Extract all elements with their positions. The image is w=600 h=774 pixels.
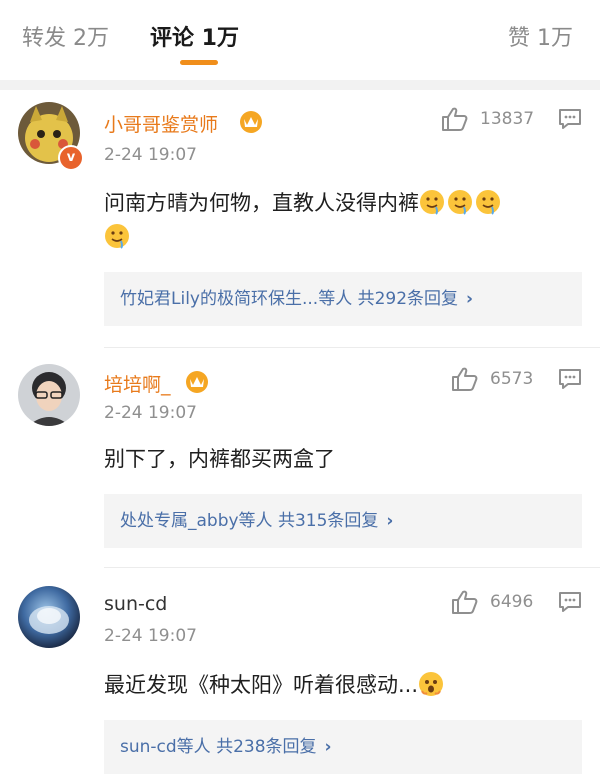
verified-badge-icon: v	[58, 145, 84, 171]
avatar[interactable]	[18, 586, 80, 648]
thumbs-up-icon[interactable]	[450, 589, 478, 615]
drooling-face-icon	[476, 190, 500, 215]
like-count: 6496	[490, 592, 534, 612]
drooling-face-icon	[420, 190, 444, 215]
fearful-face-icon	[419, 672, 444, 696]
comment-text-content: 别下了，内裤都买两盒了	[104, 447, 335, 471]
tab-comments[interactable]: 评论 1万	[150, 20, 239, 52]
comment-tabs: 转发 2万 评论 1万 赞 1万	[0, 0, 600, 78]
comment-text: 最近发现《种太阳》听着很感动...	[104, 668, 582, 702]
drooling-face-icon	[105, 224, 129, 249]
chevron-right-icon: ›	[466, 289, 474, 309]
chevron-right-icon: ›	[324, 737, 332, 757]
comment-text-content: 最近发现《种太阳》听着很感动...	[104, 673, 419, 697]
tab-reposts[interactable]: 转发 2万	[22, 20, 109, 52]
comment-text: 问南方晴为何物，直教人没得内裤	[104, 186, 582, 254]
reply-summary[interactable]: 处处专属_abby等人 共315条回复 ›	[104, 494, 582, 548]
comment-icon[interactable]	[558, 591, 582, 613]
crown-icon	[186, 371, 208, 393]
reply-summary-text: 处处专属_abby等人 共315条回复	[120, 511, 379, 531]
comment-username[interactable]: 培培啊_	[104, 370, 171, 397]
comment-time: 2-24 19:07	[104, 403, 197, 423]
avatar[interactable]	[18, 364, 80, 426]
reply-summary[interactable]: sun-cd等人 共238条回复 ›	[104, 720, 582, 774]
comment-time: 2-24 19:07	[104, 626, 197, 646]
reply-summary-text: 竹妃君Lily的极简环保生...等人 共292条回复	[120, 289, 459, 309]
chevron-right-icon: ›	[386, 511, 394, 531]
reply-summary[interactable]: 竹妃君Lily的极简环保生...等人 共292条回复 ›	[104, 272, 582, 326]
comment-icon[interactable]	[558, 368, 582, 390]
thumbs-up-icon[interactable]	[450, 366, 478, 392]
comment-text-content: 问南方晴为何物，直教人没得内裤	[104, 191, 419, 215]
comment-username[interactable]: 小哥哥鉴赏师	[104, 110, 218, 137]
like-count: 13837	[480, 109, 535, 129]
tab-active-indicator	[180, 60, 218, 65]
comment-separator	[104, 347, 600, 348]
comment-username[interactable]: sun-cd	[104, 593, 167, 615]
drooling-face-icon	[448, 190, 472, 215]
section-divider	[0, 80, 600, 90]
comment-icon[interactable]	[558, 108, 582, 130]
thumbs-up-icon[interactable]	[440, 106, 468, 132]
tab-likes[interactable]: 赞 1万	[508, 20, 573, 52]
comment-time: 2-24 19:07	[104, 145, 197, 165]
like-count: 6573	[490, 369, 534, 389]
reply-summary-text: sun-cd等人 共238条回复	[120, 737, 317, 757]
comment-text: 别下了，内裤都买两盒了	[104, 442, 582, 476]
crown-icon	[240, 111, 262, 133]
comment-separator	[104, 567, 600, 568]
